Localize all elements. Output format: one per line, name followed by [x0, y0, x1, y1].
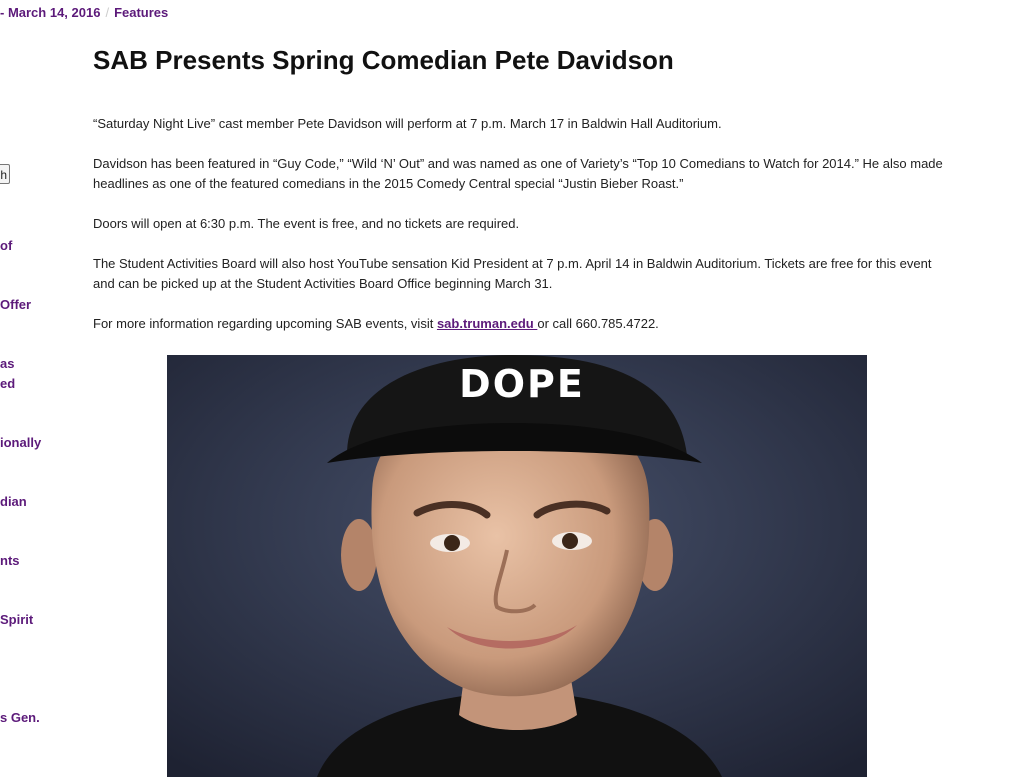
- sab-website-link[interactable]: sab.truman.edu: [437, 316, 537, 331]
- article-paragraph: The Student Activities Board will also h…: [93, 256, 932, 291]
- cap-lettering: DOPE: [459, 362, 585, 406]
- article-paragraph: “Saturday Night Live” cast member Pete D…: [93, 116, 722, 131]
- page: - March 14, 2016/Features h of Offer as …: [0, 0, 1018, 777]
- article-paragraph: Doors will open at 6:30 p.m. The event i…: [93, 216, 520, 231]
- sidebar-link[interactable]: s Gen.: [0, 708, 40, 728]
- article-paragraph: Davidson has been featured in “Guy Code,…: [93, 156, 943, 191]
- sidebar-link[interactable]: as: [0, 354, 14, 374]
- article: SAB Presents Spring Comedian Pete Davids…: [93, 40, 953, 334]
- category-link[interactable]: Features: [114, 5, 168, 20]
- sidebar-link[interactable]: dian: [0, 492, 27, 512]
- comedian-photo: DOPE: [167, 355, 867, 777]
- post-date: - March 14, 2016: [0, 5, 101, 20]
- meta-separator: /: [105, 5, 110, 20]
- sidebar-link[interactable]: ed: [0, 374, 15, 394]
- sidebar-link[interactable]: Spirit: [0, 610, 33, 630]
- sidebar-link[interactable]: Offer: [0, 295, 31, 315]
- contact-paragraph: For more information regarding upcoming …: [93, 314, 953, 334]
- post-meta: - March 14, 2016 / Features: [0, 5, 168, 20]
- sidebar-search-button[interactable]: h: [0, 164, 10, 184]
- sidebar-link[interactable]: of: [0, 236, 12, 256]
- sidebar-link[interactable]: ionally: [0, 433, 41, 453]
- comedian-portrait-image: DOPE: [167, 355, 867, 777]
- sidebar-link[interactable]: nts: [0, 551, 20, 571]
- contact-suffix: or call 660.785.4722.: [537, 316, 659, 331]
- contact-prefix: For more information regarding upcoming …: [93, 316, 437, 331]
- article-title: SAB Presents Spring Comedian Pete Davids…: [93, 45, 674, 75]
